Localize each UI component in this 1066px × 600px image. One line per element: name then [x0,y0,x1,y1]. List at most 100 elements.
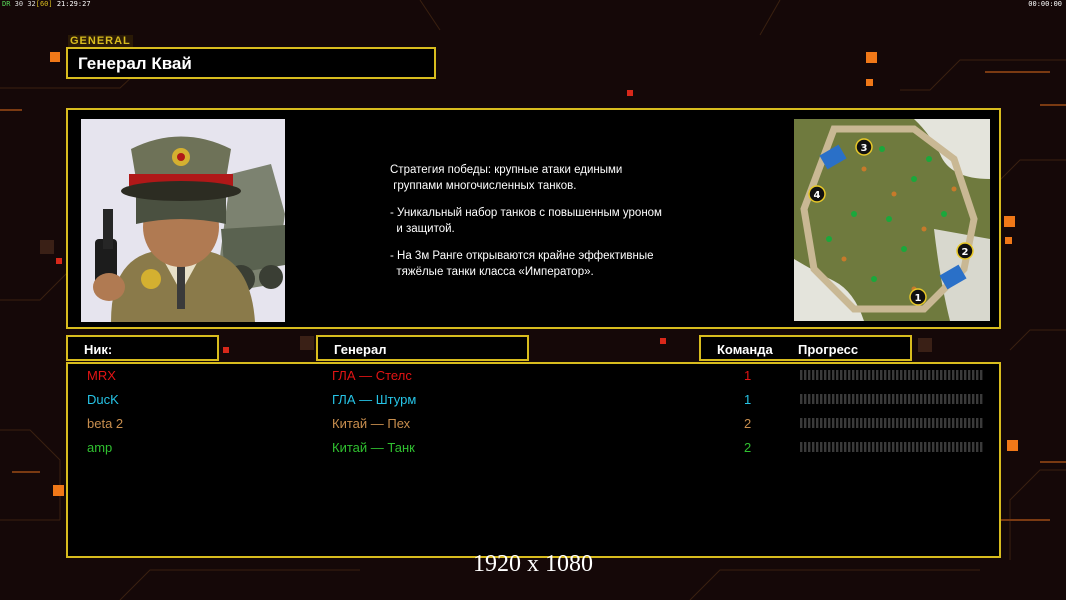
progress-segment [964,442,967,452]
map-slot-label: 2 [962,247,969,258]
progress-segment [888,394,891,404]
progress-segment [940,442,943,452]
progress-segment [916,370,919,380]
player-progress-bar [800,370,983,380]
progress-segment [960,370,963,380]
progress-segment [824,442,827,452]
progress-segment [884,394,887,404]
progress-segment [872,394,875,404]
progress-segment [888,442,891,452]
progress-segment [980,418,983,428]
progress-segment [896,442,899,452]
progress-segment [956,394,959,404]
progress-segment [828,370,831,380]
progress-segment [920,370,923,380]
progress-segment [856,418,859,428]
progress-segment [804,442,807,452]
progress-segment [816,394,819,404]
progress-segment [904,394,907,404]
progress-segment [816,370,819,380]
player-nick: amp [87,440,113,455]
progress-segment [948,370,951,380]
progress-segment [824,418,827,428]
progress-segment [980,370,983,380]
players-panel: MRX ГЛА — Стелс 1 DucK ГЛА — Штурм 1 bet… [66,362,1001,558]
progress-segment [924,442,927,452]
progress-segment [880,370,883,380]
progress-segment [952,418,955,428]
player-general: Китай — Танк [332,440,415,455]
progress-segment [944,370,947,380]
progress-segment [860,370,863,380]
progress-segment [840,442,843,452]
strategy-description: Стратегия победы: крупные атаки едиными … [390,163,720,292]
progress-segment [828,394,831,404]
column-header-label: Команда [717,342,773,357]
progress-segment [880,418,883,428]
progress-segment [828,418,831,428]
progress-segment [972,418,975,428]
progress-segment [864,394,867,404]
progress-segment [892,442,895,452]
progress-segment [808,418,811,428]
progress-segment [876,418,879,428]
progress-segment [900,418,903,428]
progress-segment [928,370,931,380]
progress-segment [916,418,919,428]
player-team: 1 [744,392,752,407]
progress-segment [936,394,939,404]
progress-segment [932,442,935,452]
player-row: MRX ГЛА — Стелс 1 [68,366,1003,390]
progress-segment [964,370,967,380]
progress-segment [868,442,871,452]
progress-segment [844,370,847,380]
progress-segment [900,394,903,404]
progress-segment [892,370,895,380]
player-team: 2 [744,440,752,455]
column-header-general: Генерал [316,335,529,361]
progress-segment [848,394,851,404]
progress-segment [924,394,927,404]
progress-segment [916,394,919,404]
progress-segment [816,442,819,452]
progress-segment [908,370,911,380]
progress-segment [836,394,839,404]
progress-segment [920,394,923,404]
progress-segment [968,442,971,452]
progress-segment [852,394,855,404]
progress-segment [872,370,875,380]
progress-segment [956,442,959,452]
description-paragraph: - На 3м Ранге открываются крайне эффекти… [390,250,654,278]
progress-segment [976,370,979,380]
progress-segment [812,418,815,428]
progress-segment [944,394,947,404]
player-progress-bar [800,418,983,428]
progress-segment [808,442,811,452]
progress-segment [972,370,975,380]
progress-segment [960,394,963,404]
progress-segment [860,442,863,452]
progress-segment [892,418,895,428]
player-row: DucK ГЛА — Штурм 1 [68,390,1003,414]
progress-segment [816,418,819,428]
progress-segment [976,418,979,428]
progress-segment [824,394,827,404]
column-header-nick: Ник: [66,335,219,361]
progress-segment [868,394,871,404]
progress-segment [956,370,959,380]
player-row: amp Китай — Танк 2 [68,438,1003,462]
progress-segment [948,442,951,452]
progress-segment [856,370,859,380]
player-nick: MRX [87,368,116,383]
general-title: Генерал Квай [78,54,192,73]
player-general: ГЛА — Штурм [332,392,417,407]
progress-segment [868,370,871,380]
description-paragraph: Стратегия победы: крупные атаки едиными … [390,164,623,192]
progress-segment [920,418,923,428]
player-nick: beta 2 [87,416,124,431]
progress-segment [840,418,843,428]
resolution-label: 1920 x 1080 [473,551,593,577]
progress-segment [820,394,823,404]
progress-segment [908,394,911,404]
map-preview[interactable]: 3 4 2 1 [794,119,990,321]
